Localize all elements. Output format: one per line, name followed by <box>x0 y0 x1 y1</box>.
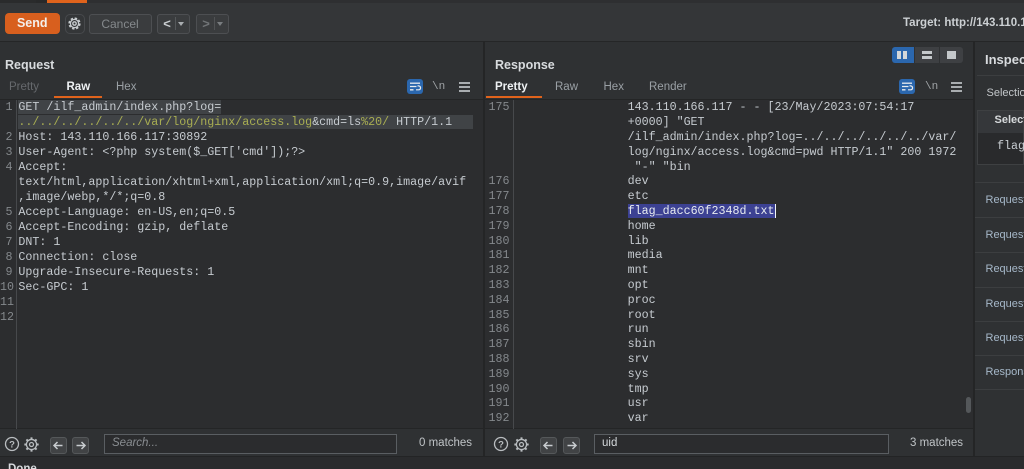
svg-text:?: ? <box>9 440 15 451</box>
svg-text:?: ? <box>498 440 504 451</box>
